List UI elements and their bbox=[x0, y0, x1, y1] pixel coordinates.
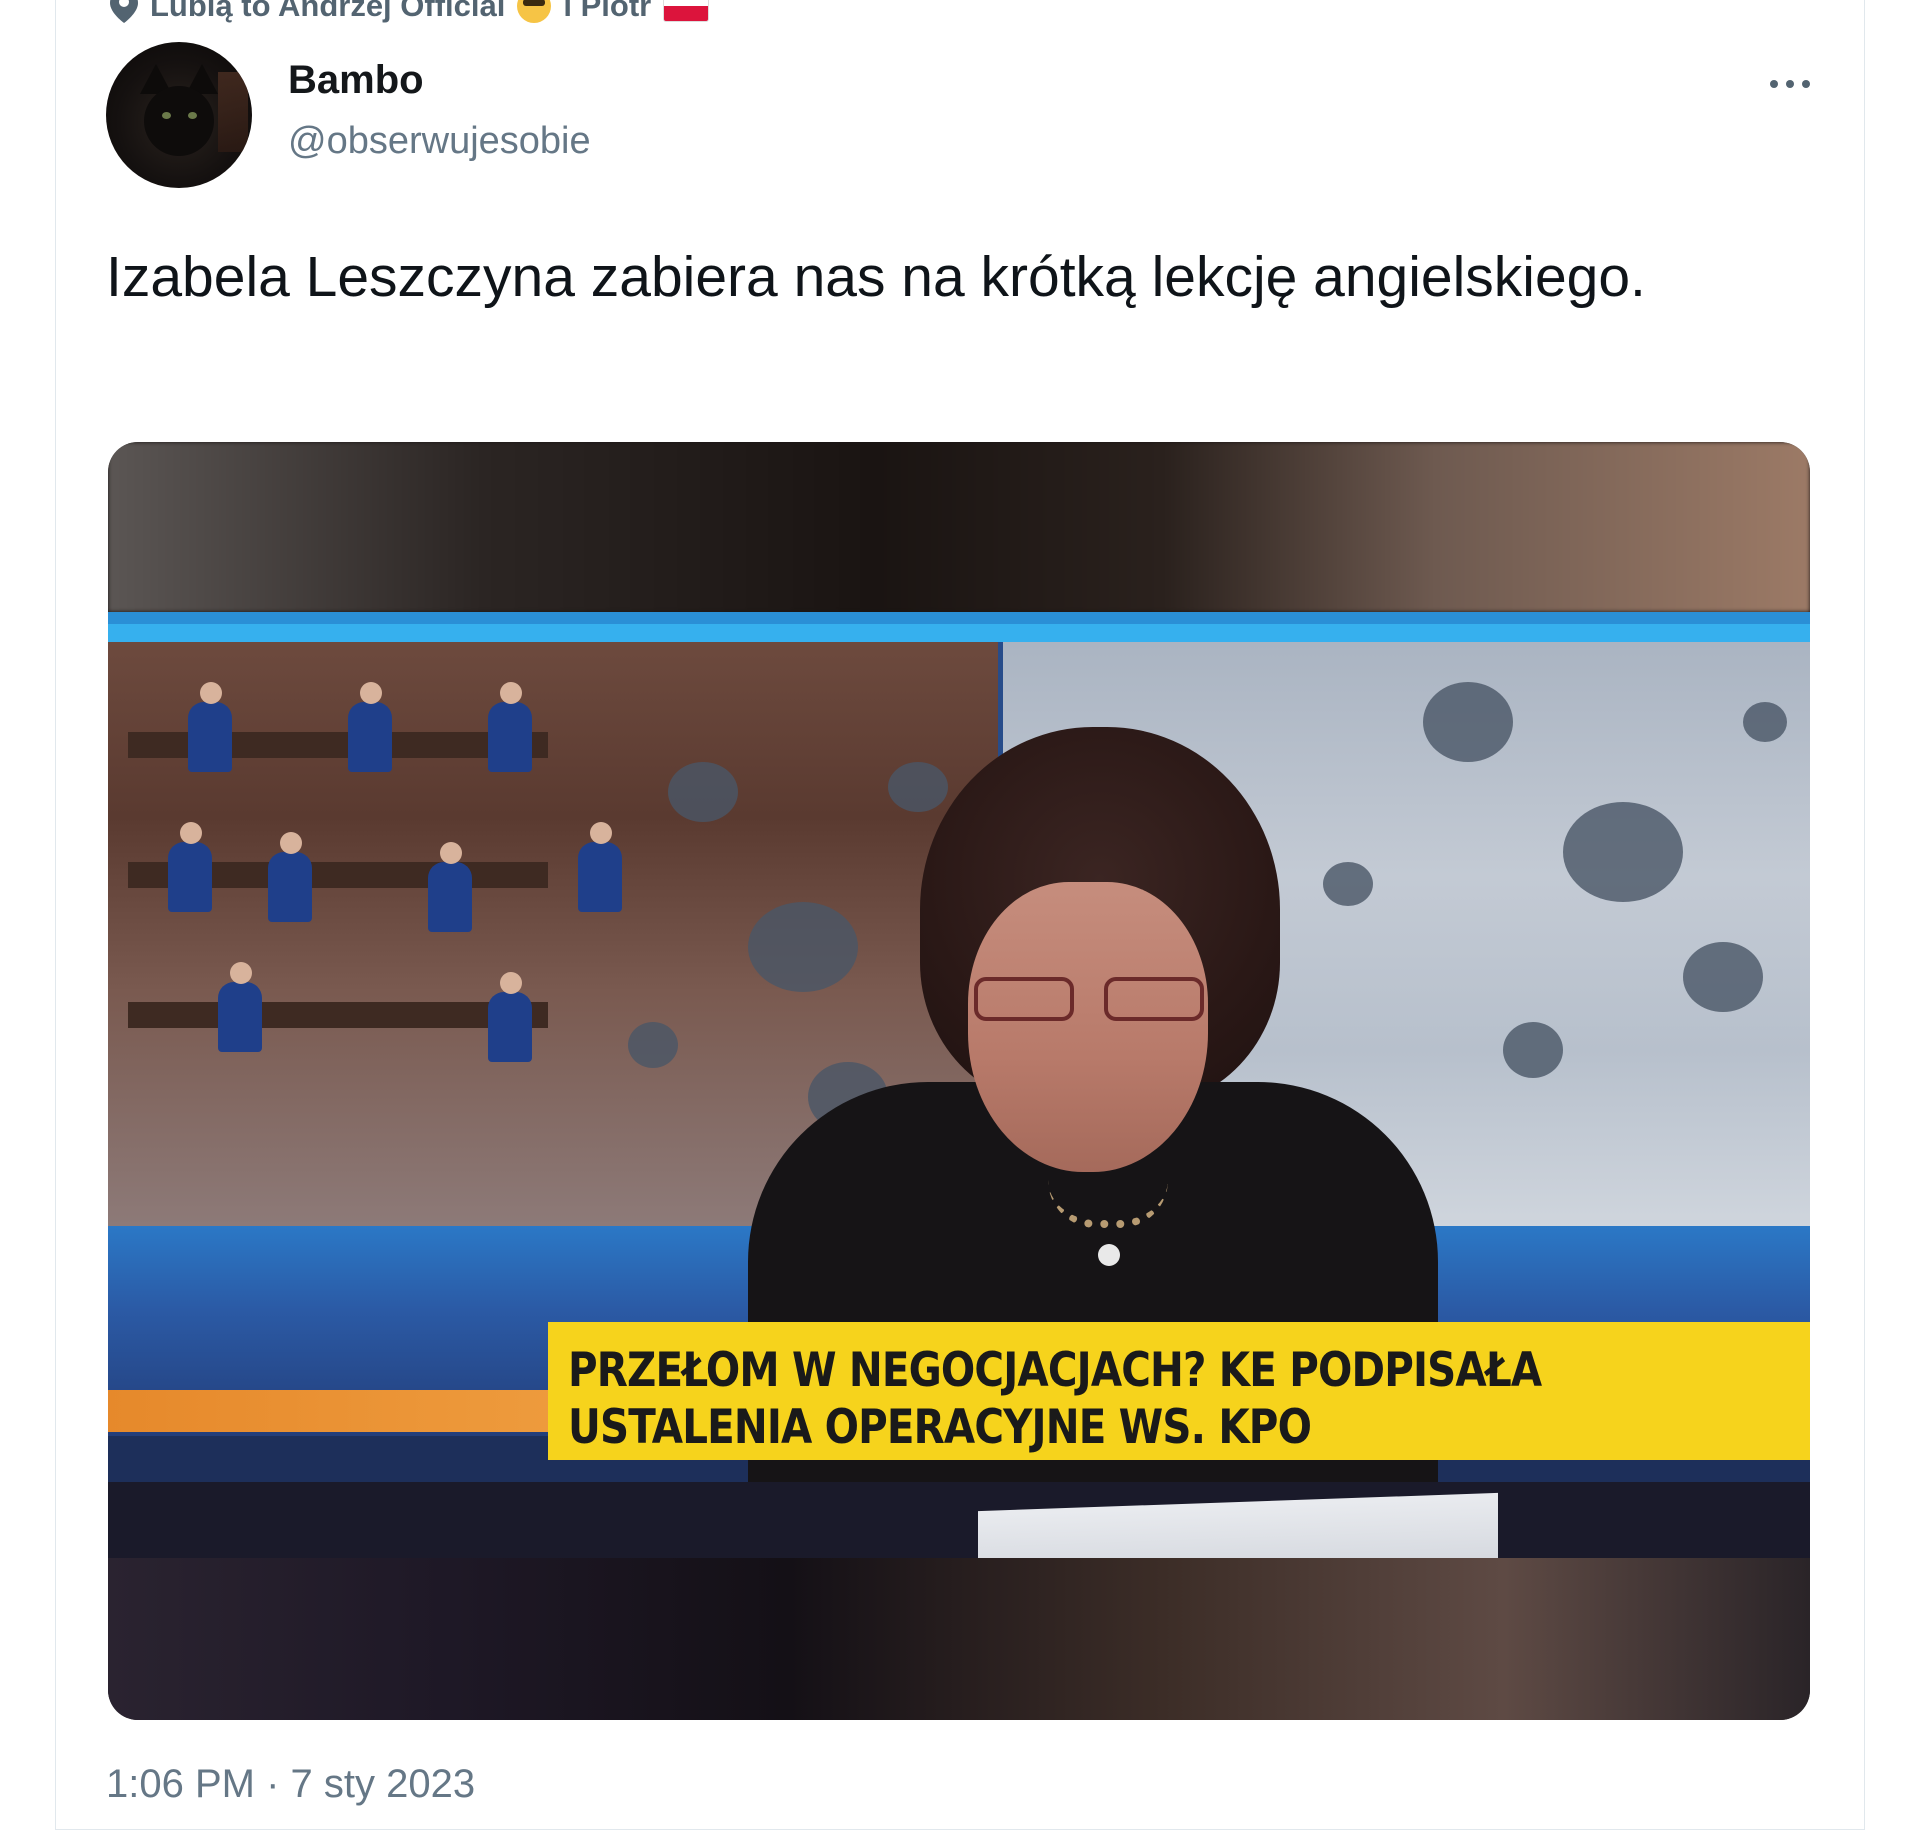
video-blur-top bbox=[108, 442, 1810, 612]
news-anchor-glasses bbox=[974, 977, 1204, 1023]
video-frame: PRZEŁOM W NEGOCJACJACH? KE PODPISAŁA UST… bbox=[108, 612, 1810, 1558]
paint-splat bbox=[748, 902, 858, 992]
paint-splat bbox=[1323, 862, 1373, 906]
news-anchor-face bbox=[968, 882, 1208, 1172]
video-player[interactable]: PRZEŁOM W NEGOCJACJACH? KE PODPISAŁA UST… bbox=[108, 442, 1810, 1720]
more-options-icon[interactable] bbox=[1762, 64, 1818, 104]
tweet-timestamp[interactable]: 1:06 PM · 7 sty 2023 bbox=[106, 1762, 475, 1807]
tweet-text: Izabela Leszczyna zabiera nas na krótką … bbox=[106, 245, 1646, 309]
poland-flag-icon bbox=[663, 0, 710, 22]
avatar-cat-head bbox=[144, 86, 214, 156]
paint-splat bbox=[1743, 702, 1787, 742]
avatar-background bbox=[218, 72, 248, 152]
social-context-text[interactable]: Lubią to Andrzej Official bbox=[150, 0, 505, 24]
studio-top-bar-accent bbox=[108, 624, 1810, 642]
parliament-person bbox=[428, 842, 472, 932]
paint-splat bbox=[1563, 802, 1683, 902]
author-name[interactable]: Bambo bbox=[288, 58, 424, 103]
paint-splat bbox=[628, 1022, 678, 1068]
location-pin-icon bbox=[110, 0, 138, 23]
studio-top-bar bbox=[108, 612, 1810, 624]
news-anchor-pendant bbox=[1098, 1244, 1120, 1266]
parliament-person bbox=[348, 682, 392, 772]
paint-splat bbox=[668, 762, 738, 822]
parliament-person bbox=[268, 832, 312, 922]
sunglasses-emoji-icon bbox=[517, 0, 552, 23]
lower-third-line-1: PRZEŁOM W NEGOCJACJACH? KE PODPISAŁA bbox=[568, 1343, 1542, 1398]
paint-splat bbox=[1503, 1022, 1563, 1078]
lower-third-line-2: USTALENIA OPERACYJNE WS. KPO bbox=[568, 1400, 1312, 1455]
avatar-cat-eye bbox=[162, 112, 171, 119]
paint-splat bbox=[1683, 942, 1763, 1012]
parliament-person bbox=[488, 972, 532, 1062]
social-context: Lubią to Andrzej Official i Piotr bbox=[110, 0, 710, 26]
parliament-person bbox=[578, 822, 622, 912]
parliament-bench bbox=[128, 1002, 548, 1028]
video-blur-bottom bbox=[108, 1558, 1810, 1720]
news-lower-third: PRZEŁOM W NEGOCJACJACH? KE PODPISAŁA UST… bbox=[548, 1322, 1810, 1460]
parliament-person bbox=[218, 962, 262, 1052]
parliament-person bbox=[488, 682, 532, 772]
parliament-person bbox=[188, 682, 232, 772]
paint-splat bbox=[888, 762, 948, 812]
author-handle[interactable]: @obserwujesobie bbox=[288, 120, 591, 163]
paint-splat bbox=[1423, 682, 1513, 762]
parliament-person bbox=[168, 822, 212, 912]
social-context-suffix[interactable]: i Piotr bbox=[563, 0, 651, 24]
avatar-cat-eye bbox=[188, 112, 197, 119]
avatar[interactable] bbox=[106, 42, 252, 188]
studio-desk bbox=[108, 1482, 1810, 1558]
